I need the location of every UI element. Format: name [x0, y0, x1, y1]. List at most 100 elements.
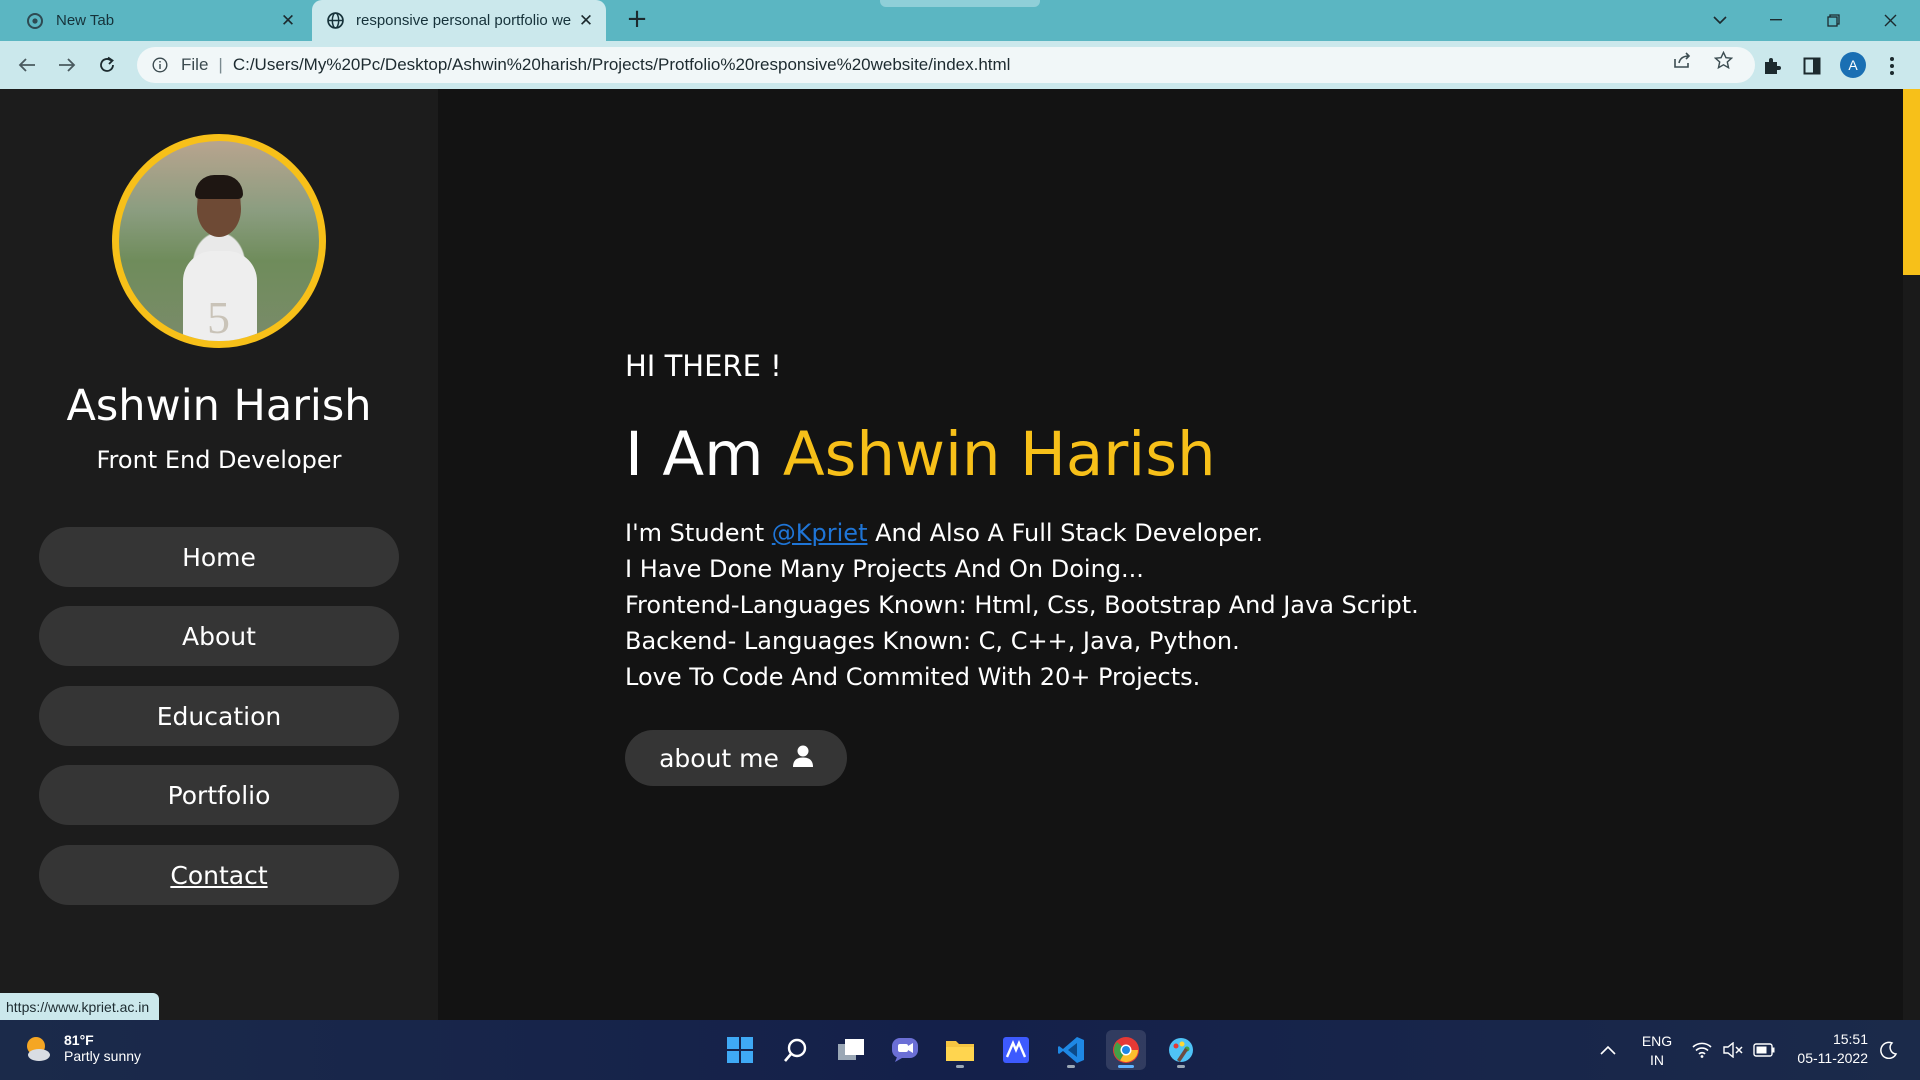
- desc-line-1-suffix: And Also A Full Stack Developer.: [867, 519, 1264, 547]
- nav-contact[interactable]: Contact: [39, 845, 399, 905]
- forward-arrow-icon[interactable]: [52, 50, 82, 80]
- file-explorer-icon: [946, 1041, 974, 1061]
- task-view-icon: [838, 1039, 864, 1060]
- about-me-label: about me: [659, 743, 779, 773]
- start-button[interactable]: [720, 1030, 760, 1070]
- about-me-button[interactable]: about me: [625, 730, 847, 786]
- wifi-icon: [1692, 1042, 1712, 1058]
- vscode-icon: [1058, 1037, 1084, 1063]
- nav-label: About: [182, 621, 256, 651]
- clock[interactable]: 15:51 05-11-2022: [1790, 1030, 1868, 1068]
- running-indicator: [1118, 1065, 1134, 1068]
- tab-portfolio[interactable]: responsive personal portfolio we ✕: [312, 0, 606, 41]
- scrollbar-thumb[interactable]: [1903, 89, 1920, 275]
- nav-home[interactable]: Home: [39, 527, 399, 587]
- network-status[interactable]: [1692, 1020, 1712, 1080]
- desc-line-5: Love To Code And Commited With 20+ Proje…: [625, 663, 1201, 691]
- kebab-menu-icon[interactable]: [1880, 54, 1904, 78]
- show-hidden-icons[interactable]: [1600, 1020, 1616, 1080]
- teams-chat-button[interactable]: [885, 1030, 925, 1070]
- desc-line-1-prefix: I'm Student: [625, 519, 772, 547]
- globe-icon: [326, 12, 344, 30]
- nav-portfolio[interactable]: Portfolio: [39, 765, 399, 825]
- browser-tab-bar: New Tab ✕ responsive personal portfolio …: [0, 0, 1920, 41]
- task-view-button[interactable]: [831, 1030, 871, 1070]
- hero-description: I'm Student @Kpriet And Also A Full Stac…: [625, 515, 1419, 695]
- nav-label: Home: [182, 542, 256, 572]
- address-bar[interactable]: File | C:/Users/My%20Pc/Desktop/Ashwin%2…: [137, 47, 1755, 83]
- new-tab-plus-icon[interactable]: +: [624, 6, 650, 33]
- tab-strip-indicator: [880, 0, 1040, 7]
- sidebar: 5 Ashwin Harish Front End Developer Home…: [0, 89, 438, 1020]
- photo-hair: [195, 175, 243, 199]
- hero-greeting: HI THERE !: [625, 349, 782, 383]
- paint-button[interactable]: [1161, 1030, 1201, 1070]
- volume-status[interactable]: [1723, 1020, 1743, 1080]
- search-button[interactable]: [776, 1030, 816, 1070]
- nav-label: Portfolio: [167, 780, 271, 810]
- restore-icon[interactable]: [1815, 6, 1851, 34]
- file-explorer-button[interactable]: [940, 1030, 980, 1070]
- tab-title: responsive personal portfolio we: [356, 12, 572, 29]
- url-text[interactable]: C:/Users/My%20Pc/Desktop/Ashwin%20harish…: [233, 55, 1011, 75]
- close-window-icon[interactable]: [1872, 6, 1908, 34]
- headline-name: Ashwin Harish: [782, 419, 1216, 490]
- desc-line-2: I Have Done Many Projects And On Doing..…: [625, 555, 1144, 583]
- search-icon: [784, 1038, 807, 1062]
- lang-line-2: IN: [1650, 1052, 1664, 1068]
- page-viewport: 5 Ashwin Harish Front End Developer Home…: [0, 89, 1920, 1020]
- windows-logo-icon: [727, 1037, 753, 1063]
- nav-education[interactable]: Education: [39, 686, 399, 746]
- chevron-up-icon: [1600, 1045, 1616, 1055]
- scrollbar-track[interactable]: [1903, 89, 1920, 1020]
- profile-avatar[interactable]: A: [1840, 52, 1866, 78]
- lang-line-1: ENG: [1641, 1033, 1673, 1049]
- volume-muted-icon: [1723, 1042, 1743, 1058]
- chrome-icon: [1113, 1037, 1139, 1063]
- weather-temp: 81°F: [64, 1032, 94, 1048]
- share-icon[interactable]: [1671, 49, 1693, 71]
- windows-taskbar: 81°F Partly sunny ENG IN 15:51 05-11-202…: [0, 1020, 1920, 1080]
- app-icon: [1003, 1037, 1029, 1063]
- chrome-favicon-icon: [26, 12, 44, 30]
- link-status-url: https://www.kpriet.ac.in: [0, 993, 160, 1020]
- chrome-button[interactable]: [1106, 1030, 1146, 1070]
- back-arrow-icon[interactable]: [12, 50, 42, 80]
- teams-chat-icon: [892, 1038, 918, 1062]
- tab-search-chevron-icon[interactable]: [1702, 6, 1738, 34]
- tab-title: New Tab: [56, 12, 115, 29]
- sidebar-name: Ashwin Harish: [66, 381, 372, 431]
- weather-condition: Partly sunny: [64, 1048, 142, 1064]
- notifications-button[interactable]: [1880, 1020, 1898, 1080]
- desc-line-4: Backend- Languages Known: C, C++, Java, …: [625, 627, 1240, 655]
- scheme-label: File: [181, 55, 209, 74]
- running-indicator: [956, 1065, 964, 1068]
- running-indicator: [1177, 1065, 1185, 1068]
- vscode-button[interactable]: [1051, 1030, 1091, 1070]
- input-language[interactable]: ENG IN: [1632, 1032, 1682, 1070]
- tab-close-icon[interactable]: ✕: [278, 11, 298, 31]
- app-button[interactable]: [996, 1030, 1036, 1070]
- browser-toolbar: File | C:/Users/My%20Pc/Desktop/Ashwin%2…: [0, 41, 1920, 89]
- profile-photo: 5: [112, 134, 326, 348]
- tab-close-icon[interactable]: ✕: [576, 11, 596, 31]
- battery-status[interactable]: [1753, 1020, 1775, 1080]
- side-panel-icon[interactable]: [1800, 54, 1824, 78]
- extensions-puzzle-icon[interactable]: [1760, 54, 1784, 78]
- weather-widget[interactable]: 81°F Partly sunny: [22, 1032, 141, 1064]
- desc-line-3: Frontend-Languages Known: Html, Css, Boo…: [625, 591, 1419, 619]
- reload-icon[interactable]: [92, 50, 122, 80]
- site-info-icon[interactable]: [149, 57, 171, 73]
- partly-sunny-icon: [27, 1037, 50, 1061]
- clock-time: 15:51: [1832, 1031, 1868, 1047]
- tab-new-tab[interactable]: New Tab ✕: [12, 0, 308, 41]
- minimize-icon[interactable]: [1758, 6, 1794, 34]
- scheme-separator: |: [218, 55, 223, 74]
- quiet-hours-moon-icon: [1880, 1041, 1898, 1059]
- kpriet-link[interactable]: @Kpriet: [772, 519, 868, 547]
- bookmark-star-icon[interactable]: [1712, 49, 1734, 71]
- clock-date: 05-11-2022: [1797, 1050, 1868, 1066]
- shirt-number: 5: [207, 292, 230, 343]
- paint-icon: [1169, 1038, 1193, 1062]
- nav-about[interactable]: About: [39, 606, 399, 666]
